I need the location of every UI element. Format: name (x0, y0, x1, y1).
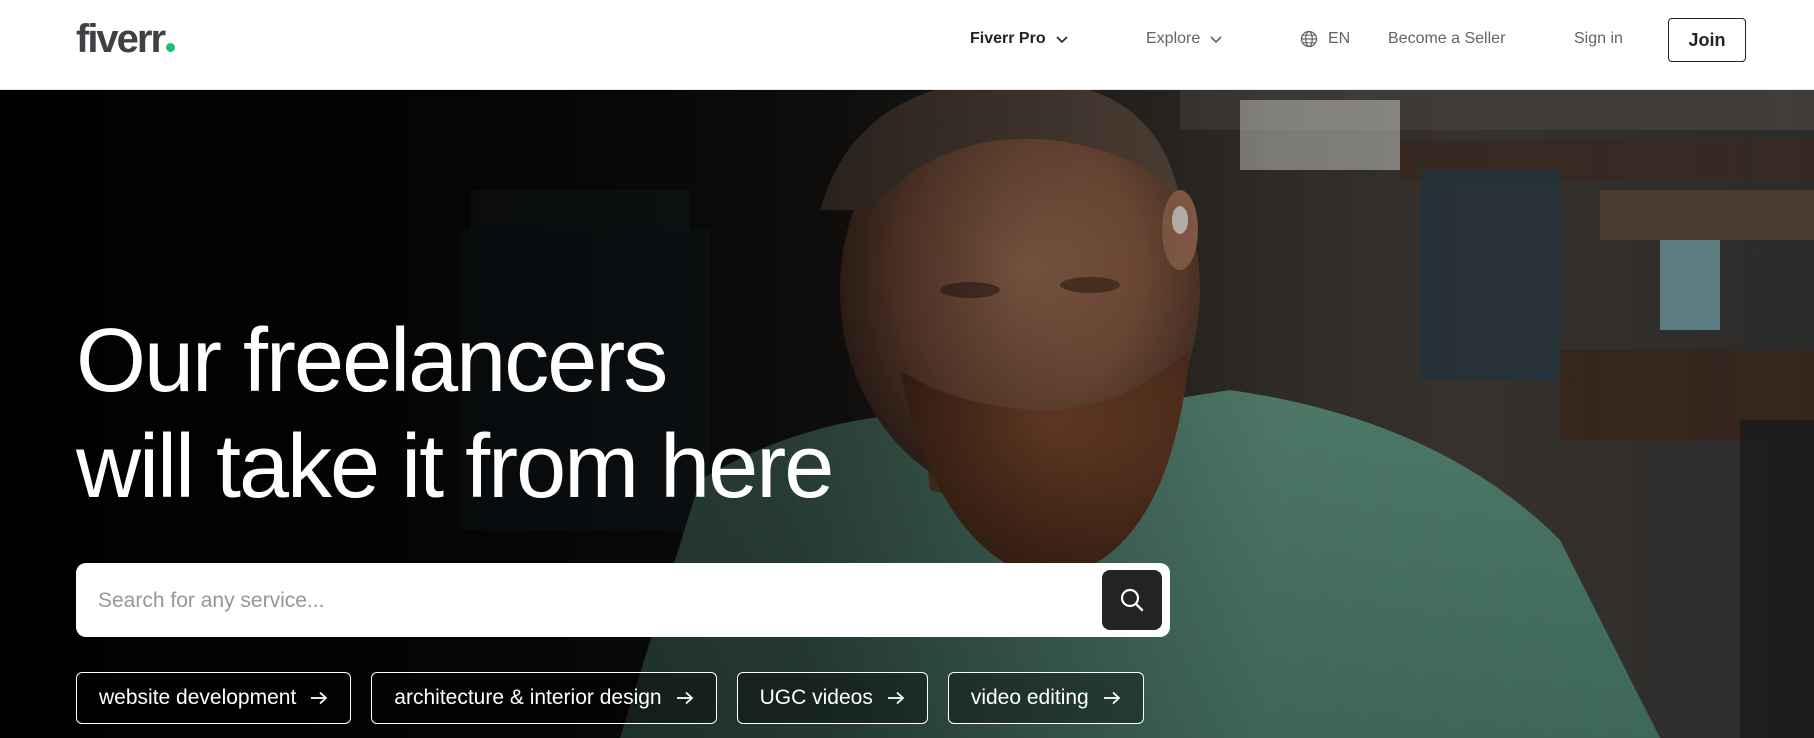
popular-service-label: architecture & interior design (394, 686, 662, 709)
join-button-label: Join (1688, 29, 1726, 50)
popular-service-pill[interactable]: website development (76, 672, 352, 724)
fiverr-logo[interactable]: fiverr (76, 14, 176, 64)
arrow-right-icon (1103, 691, 1121, 705)
nav-become-seller[interactable]: Become a Seller (1388, 22, 1505, 56)
nav-sign-in[interactable]: Sign in (1574, 22, 1623, 56)
popular-service-pill[interactable]: UGC videos (736, 672, 928, 724)
nav-sign-in-label: Sign in (1574, 30, 1623, 47)
logo-dot (166, 43, 176, 52)
nav-language[interactable]: EN (1300, 22, 1350, 56)
search-input[interactable] (96, 563, 1060, 639)
nav-explore-label: Explore (1146, 30, 1201, 47)
popular-service-pill[interactable]: architecture & interior design (371, 672, 717, 724)
top-navbar: fiverr Fiverr Pro Explore EN Become a Se… (0, 0, 1814, 90)
hero-headline: Our freelancers will take it from here (76, 308, 834, 520)
arrow-right-icon (676, 691, 693, 705)
globe-icon (1300, 30, 1318, 48)
search-button[interactable] (1102, 570, 1162, 630)
popular-service-label: UGC videos (759, 686, 873, 709)
hero-section: Our freelancers will take it from here w… (0, 90, 1814, 738)
popular-service-label: website development (99, 686, 297, 709)
popular-services: website development architecture & inter… (76, 672, 1144, 724)
arrow-right-icon (887, 691, 905, 705)
chevron-down-icon (1210, 36, 1222, 44)
arrow-right-icon (311, 691, 328, 705)
chevron-down-icon (1056, 36, 1068, 44)
popular-service-label: video editing (970, 686, 1089, 709)
logo-text: fiverr (76, 17, 166, 61)
nav-become-seller-label: Become a Seller (1388, 30, 1506, 47)
join-button[interactable]: Join (1668, 18, 1746, 62)
nav-fiverr-pro[interactable]: Fiverr Pro (970, 22, 1068, 56)
nav-explore[interactable]: Explore (1146, 22, 1222, 56)
search-icon (1120, 588, 1144, 612)
hero-headline-line2: will take it from here (76, 417, 834, 517)
hero-headline-line1: Our freelancers (76, 311, 668, 411)
nav-fiverr-pro-label: Fiverr Pro (970, 30, 1046, 47)
popular-service-pill[interactable]: video editing (947, 672, 1144, 724)
nav-language-label: EN (1328, 30, 1351, 47)
search-bar (76, 563, 1170, 639)
